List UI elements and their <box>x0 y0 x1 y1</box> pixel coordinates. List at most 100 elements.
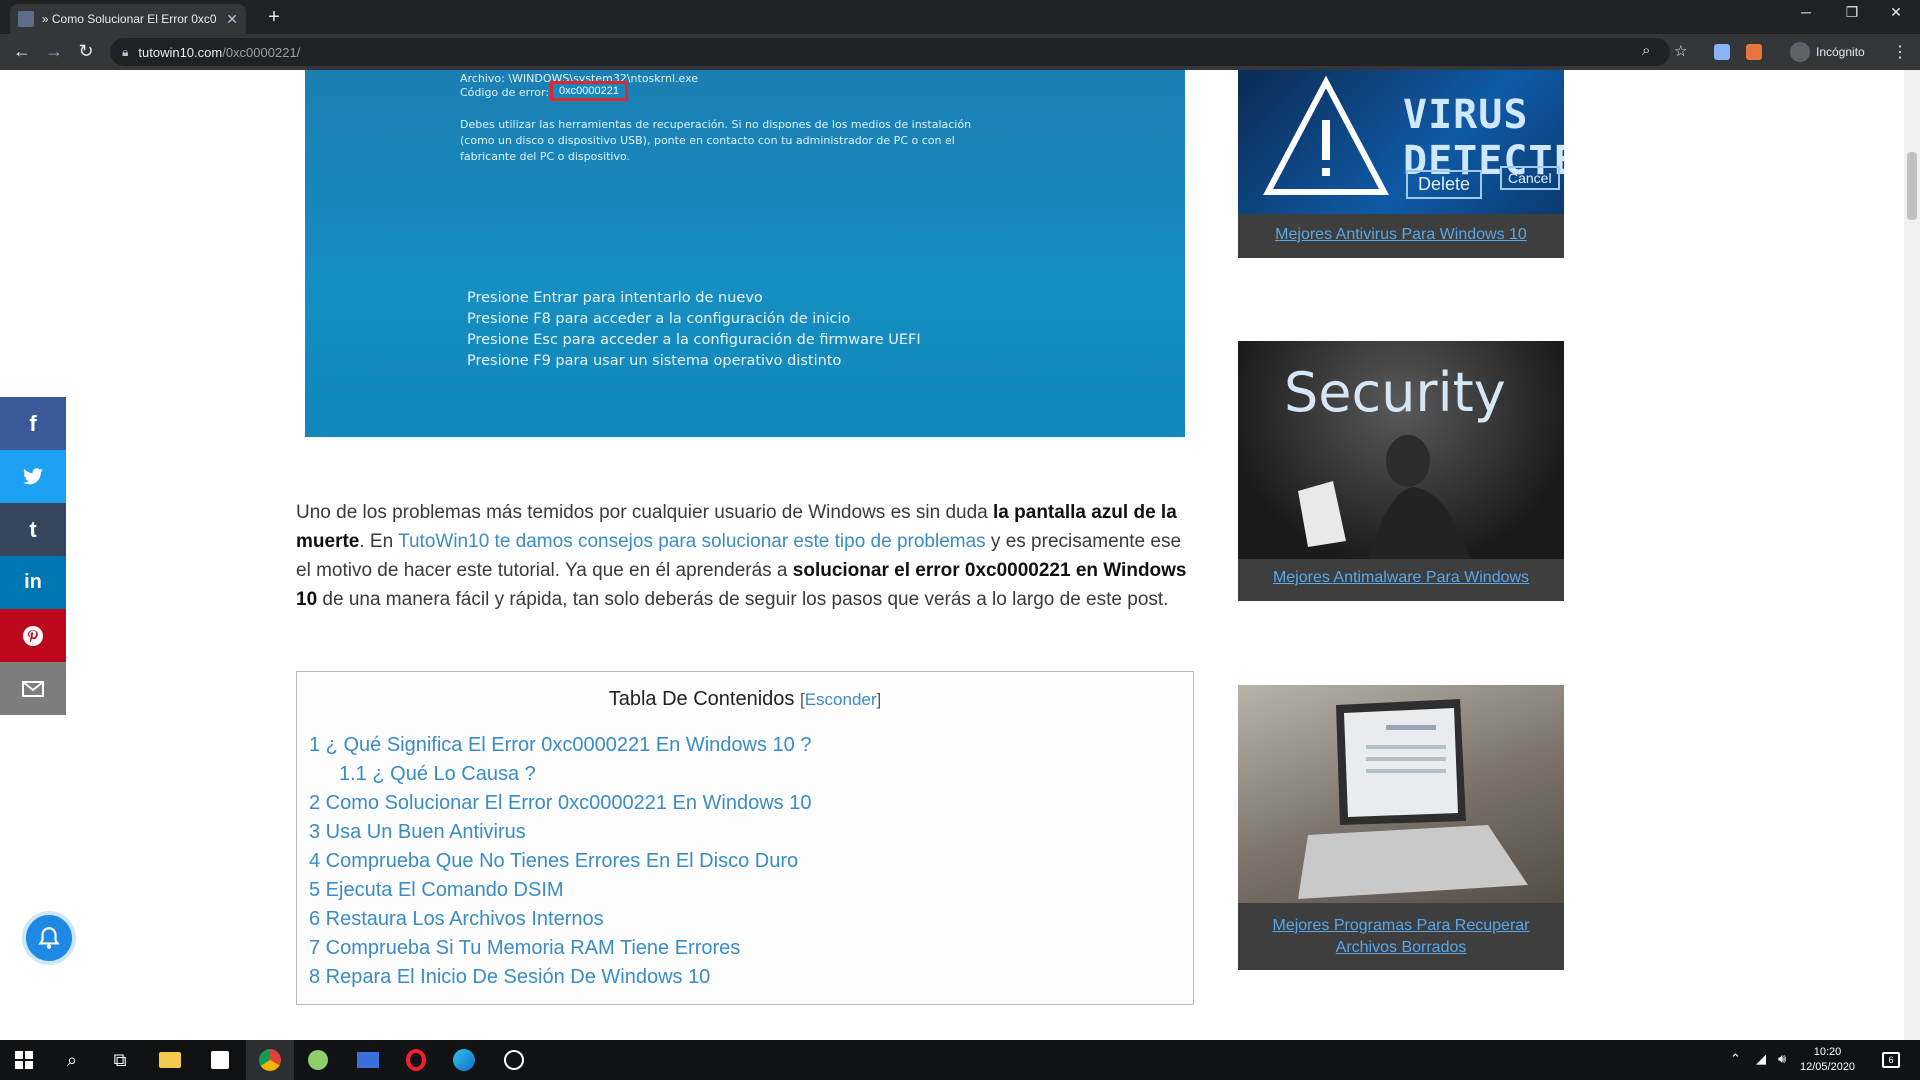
toc-item[interactable]: 6 Restaura Los Archivos Internos <box>309 908 604 931</box>
bsod-info-1: Debes utilizar las herramientas de recup… <box>460 118 972 131</box>
pinterest-icon <box>23 625 43 646</box>
toc-item[interactable]: 4 Comprueba Que No Tienes Errores En El … <box>309 850 798 873</box>
security-image: Security <box>1238 341 1564 559</box>
incognito-label: Incógnito <box>1816 45 1865 59</box>
email-icon <box>22 680 44 697</box>
browser-toolbar: ← → ↻ 🔒︎ tutowin10.com/0xc0000221/ ⌕ ☆ I… <box>0 34 1920 70</box>
toc-item[interactable]: 1 ¿ Qué Significa El Error 0xc0000221 En… <box>309 734 811 757</box>
bsod-info-3: fabricante del PC o dispositivo. <box>460 150 631 163</box>
windows-taskbar: ⌕ ⧉ ⌃ ◢ 🔊︎ 10:20 12/05/2020 6 <box>0 1040 1920 1080</box>
toc-item[interactable]: 1.1 ¿ Qué Lo Causa ? <box>339 763 536 786</box>
restore-icon[interactable]: ❐ <box>1832 4 1872 21</box>
windows-logo-icon <box>15 1051 33 1069</box>
incognito-badge[interactable]: Incógnito <box>1790 42 1865 62</box>
linkedin-icon: in <box>24 571 42 593</box>
bsod-press-1: Presione Entrar para intentarlo de nuevo <box>467 290 763 306</box>
page-scrollbar[interactable] <box>1904 70 1920 1040</box>
web-page: Archivo: \WINDOWS\system32\ntoskrnl.exe … <box>0 70 1920 1040</box>
remote-desktop-icon[interactable] <box>355 1048 381 1072</box>
close-window-icon[interactable]: ✕ <box>1876 4 1916 21</box>
virus-detected-image: VIRUS DETECTED Delete Cancel <box>1238 70 1564 214</box>
linkedin-share-button[interactable]: in <box>0 556 66 609</box>
toc-item[interactable]: 8 Repara El Inicio De Sesión De Windows … <box>309 966 710 989</box>
close-tab-icon[interactable]: ✕ <box>226 11 238 28</box>
toc-item[interactable]: 7 Comprueba Si Tu Memoria RAM Tiene Erro… <box>309 937 740 960</box>
minimize-icon[interactable]: ─ <box>1786 4 1826 20</box>
tumblr-icon: t <box>29 516 37 542</box>
forward-icon[interactable]: → <box>42 41 66 62</box>
store-icon[interactable] <box>207 1048 233 1072</box>
tray-chevron-icon[interactable]: ⌃ <box>1730 1051 1741 1067</box>
facebook-share-button[interactable]: f <box>0 397 66 450</box>
browser-menu-icon[interactable]: ⋮ <box>1892 42 1908 62</box>
intro-text: . En <box>359 531 399 552</box>
image-delete-label: Delete <box>1406 170 1483 199</box>
task-view-icon[interactable]: ⧉ <box>107 1048 133 1072</box>
url-host: tutowin10.com <box>138 44 223 60</box>
action-center-icon[interactable]: 6 <box>1882 1051 1900 1068</box>
bsod-press-3: Presione Esc para acceder a la configura… <box>467 332 921 348</box>
clock-time: 10:20 <box>1813 1046 1842 1058</box>
new-tab-icon[interactable]: + <box>262 6 286 29</box>
reload-icon[interactable]: ↻ <box>74 41 98 62</box>
bell-icon <box>38 927 60 949</box>
tab-strip: » Como Solucionar El Error 0xc0 ✕ + ─ ❐ … <box>0 0 1920 34</box>
opera-icon[interactable] <box>403 1048 429 1072</box>
screen-recorder-icon[interactable] <box>501 1048 527 1072</box>
sidebar-card-caption[interactable]: Mejores Antivirus Para Windows 10 <box>1238 224 1564 246</box>
table-of-contents: Tabla De Contenidos [Esconder] 1 ¿ Qué S… <box>296 671 1194 1005</box>
laptop-icon <box>1298 699 1528 899</box>
sidebar-card-recovery[interactable]: Mejores Programas Para Recuperar Archivo… <box>1238 685 1564 970</box>
intro-text: Uno de los problemas más temidos por cua… <box>296 502 994 523</box>
sidebar-card-caption[interactable]: Mejores Antimalware Para Windows <box>1238 567 1564 589</box>
app-icon[interactable] <box>305 1048 331 1072</box>
sidebar-card-caption[interactable]: Archivos Borrados <box>1238 937 1564 959</box>
scrollbar-thumb[interactable] <box>1907 152 1917 220</box>
windows-start-icon[interactable] <box>11 1048 37 1072</box>
bsod-code-label: Código de error: <box>460 86 550 99</box>
toc-header: Tabla De Contenidos [Esconder] <box>608 688 882 710</box>
system-clock[interactable]: 10:20 12/05/2020 <box>1800 1045 1855 1075</box>
sidebar-card-caption[interactable]: Mejores Programas Para Recuperar <box>1238 915 1564 937</box>
bsod-info-2: (como un disco o dispositivo USB), ponte… <box>460 134 955 147</box>
email-share-button[interactable] <box>0 662 66 715</box>
volume-icon[interactable]: 🔊︎ <box>1778 1051 1786 1067</box>
back-icon[interactable]: ← <box>10 41 34 62</box>
edge-icon[interactable] <box>451 1048 477 1072</box>
extension-icon[interactable] <box>1714 44 1730 60</box>
article-intro: Uno de los problemas más temidos por cua… <box>296 498 1196 614</box>
incognito-icon <box>1790 42 1810 62</box>
sidebar-card-antivirus[interactable]: VIRUS DETECTED Delete Cancel Mejores Ant… <box>1238 70 1564 258</box>
lock-icon: 🔒︎ <box>122 44 129 59</box>
toc-hide-link[interactable]: Esconder <box>805 690 877 709</box>
twitter-icon <box>23 467 43 484</box>
toc-item[interactable]: 2 Como Solucionar El Error 0xc0000221 En… <box>309 792 811 815</box>
twitter-share-button[interactable] <box>0 450 66 503</box>
bsod-error-code: 0xc0000221 <box>550 81 628 101</box>
address-bar[interactable]: 🔒︎ tutowin10.com/0xc0000221/ <box>110 38 1670 66</box>
intro-text: de una manera fácil y rápida, tan solo d… <box>317 589 1169 610</box>
toc-item[interactable]: 5 Ejecuta El Comando DSIM <box>309 879 564 902</box>
file-explorer-icon[interactable] <box>157 1048 183 1072</box>
notification-bell-button[interactable] <box>22 911 76 965</box>
favicon-icon <box>18 11 34 27</box>
bookmark-star-icon[interactable]: ☆ <box>1674 42 1687 60</box>
pinterest-share-button[interactable] <box>0 609 66 662</box>
url-path: /0xc0000221/ <box>222 44 301 60</box>
social-share-bar: f t in <box>0 397 66 715</box>
facebook-icon: f <box>29 410 37 436</box>
toc-item[interactable]: 3 Usa Un Buen Antivirus <box>309 821 526 844</box>
tumblr-share-button[interactable]: t <box>0 503 66 556</box>
notification-count: 6 <box>1882 1052 1900 1068</box>
image-cancel-label: Cancel <box>1500 166 1560 190</box>
sidebar-card-antimalware[interactable]: Security Mejores Antimalware Para Window… <box>1238 341 1564 601</box>
search-icon[interactable]: ⌕ <box>59 1048 85 1072</box>
browser-tab-active[interactable]: » Como Solucionar El Error 0xc0 ✕ <box>10 4 246 34</box>
extension-icon[interactable] <box>1746 44 1762 60</box>
toc-title: Tabla De Contenidos <box>608 688 795 710</box>
zoom-icon[interactable]: ⌕ <box>1642 42 1650 59</box>
network-icon[interactable]: ◢ <box>1756 1051 1766 1067</box>
tutowin10-link[interactable]: TutoWin10 te damos consejos para solucio… <box>398 531 986 552</box>
chrome-icon[interactable] <box>257 1048 283 1072</box>
bsod-press-2: Presione F8 para acceder a la configurac… <box>467 311 851 327</box>
